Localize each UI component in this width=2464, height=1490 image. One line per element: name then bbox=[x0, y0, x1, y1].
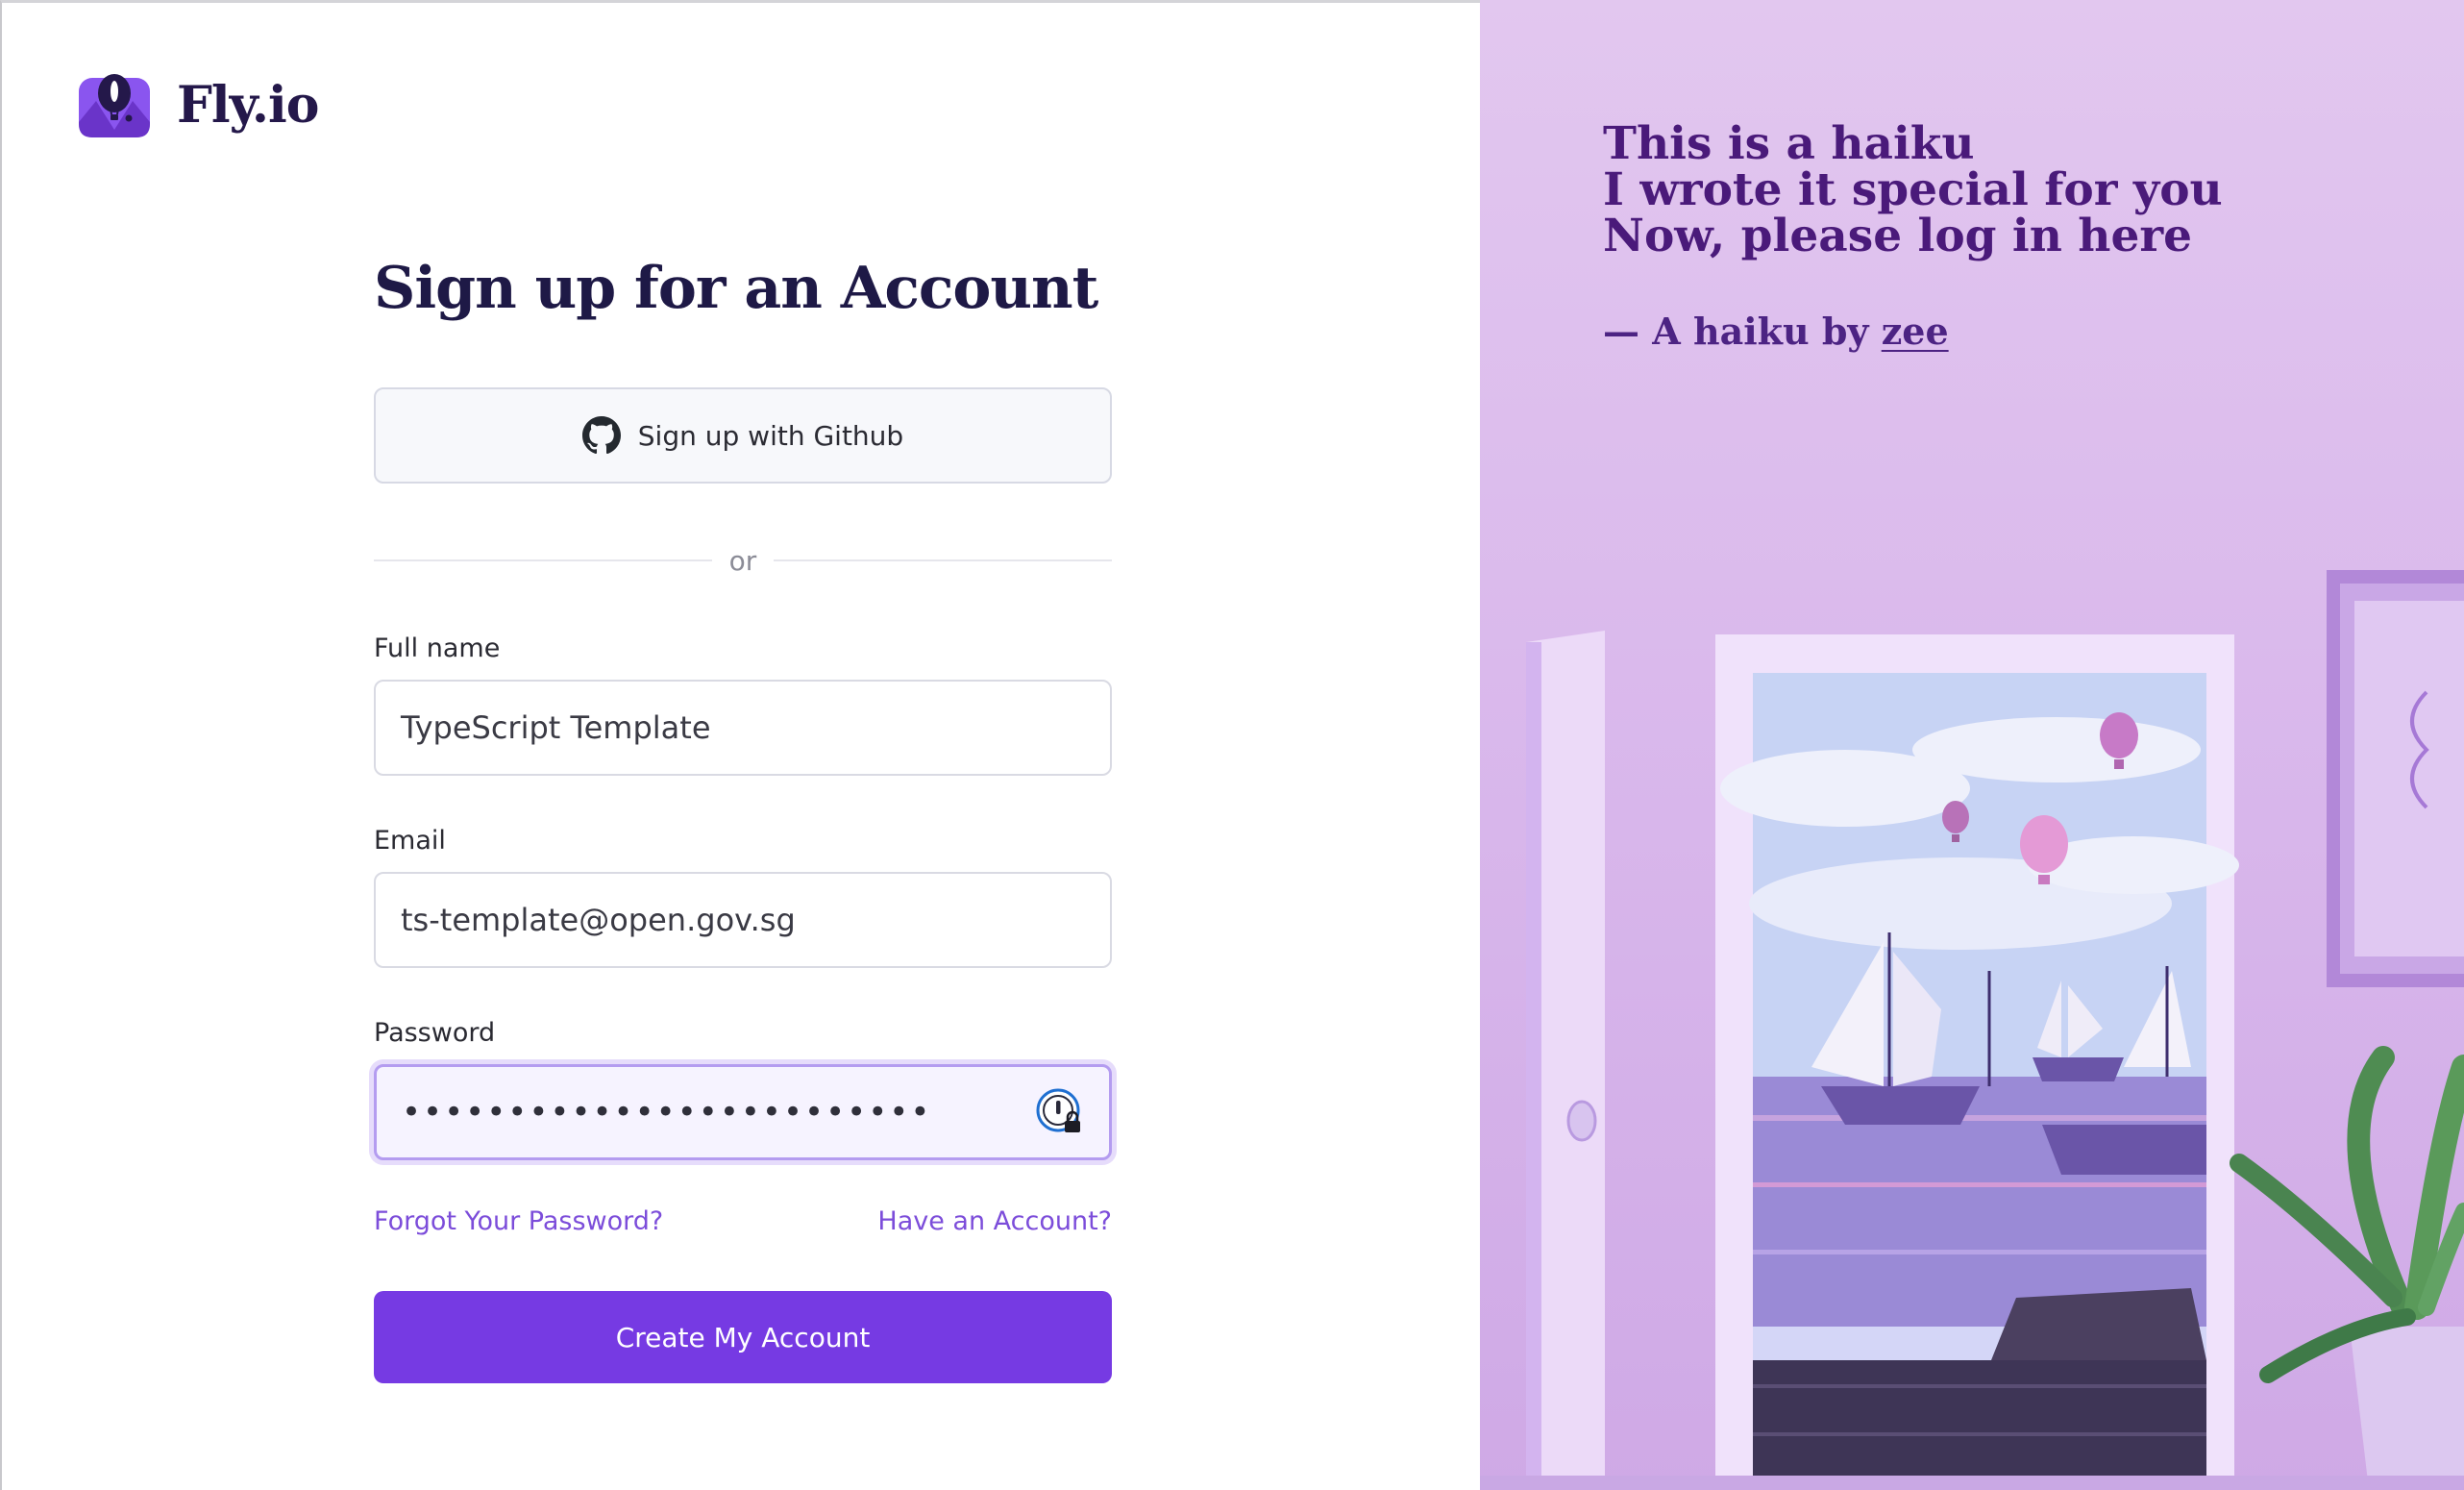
page-title: Sign up for an Account bbox=[374, 255, 1098, 322]
haiku-byline: — A haiku by zee bbox=[1603, 310, 2223, 353]
create-account-label: Create My Account bbox=[615, 1321, 871, 1353]
divider-line-left bbox=[374, 559, 712, 561]
haiku-block: This is a haiku I wrote it special for y… bbox=[1603, 117, 2223, 354]
haiku-line-2: I wrote it special for you bbox=[1603, 163, 2223, 216]
haiku-line-1: This is a haiku bbox=[1603, 117, 1975, 170]
create-account-button[interactable]: Create My Account bbox=[374, 1291, 1112, 1383]
or-divider: or bbox=[374, 541, 1112, 580]
github-signup-button[interactable]: Sign up with Github bbox=[374, 387, 1112, 484]
email-label: Email bbox=[374, 826, 446, 856]
have-account-link[interactable]: Have an Account? bbox=[877, 1206, 1112, 1236]
signup-panel: Fly.io Sign up for an Account Sign up wi… bbox=[0, 0, 1480, 1490]
email-input[interactable]: ts-template@open.gov.sg bbox=[374, 872, 1112, 968]
brand-logo[interactable]: Fly.io bbox=[79, 72, 319, 137]
full-name-input[interactable]: TypeScript Template bbox=[374, 680, 1112, 776]
password-manager-icon[interactable] bbox=[1036, 1088, 1084, 1136]
github-icon bbox=[581, 416, 621, 455]
password-input[interactable]: ••••••••••••••••••••••••• bbox=[374, 1064, 1112, 1160]
divider-line-right bbox=[774, 559, 1112, 561]
divider-text: or bbox=[728, 544, 757, 577]
haiku-author-link[interactable]: zee bbox=[1882, 310, 1949, 353]
brand-name: Fly.io bbox=[177, 75, 319, 135]
illustration-panel: This is a haiku I wrote it special for y… bbox=[1480, 0, 2464, 1490]
full-name-label: Full name bbox=[374, 633, 501, 663]
forgot-password-link[interactable]: Forgot Your Password? bbox=[374, 1206, 663, 1236]
auth-links: Forgot Your Password? Have an Account? bbox=[374, 1206, 1112, 1236]
haiku-line-3: Now, please log in here bbox=[1603, 210, 2193, 262]
email-value: ts-template@open.gov.sg bbox=[401, 902, 796, 938]
flyio-balloon-logo-icon bbox=[79, 74, 150, 137]
password-value: ••••••••••••••••••••••••• bbox=[402, 1093, 932, 1131]
password-label: Password bbox=[374, 1018, 496, 1048]
full-name-value: TypeScript Template bbox=[401, 709, 711, 746]
github-signup-label: Sign up with Github bbox=[637, 419, 904, 452]
haiku-byline-prefix: — A haiku by bbox=[1603, 310, 1882, 353]
